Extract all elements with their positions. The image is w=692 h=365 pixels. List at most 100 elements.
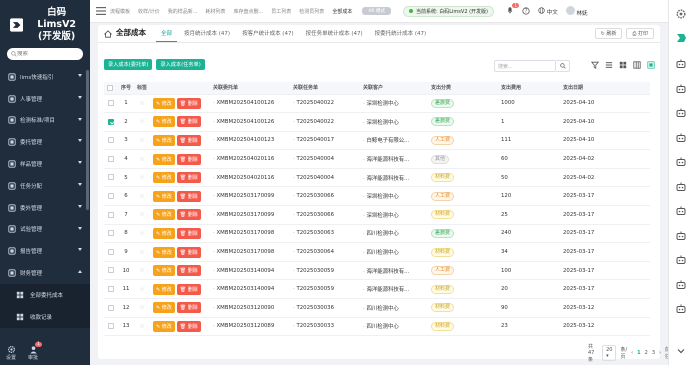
mode-toggle[interactable]: AR 模式 — [362, 7, 391, 15]
header-entrust[interactable]: 关联委托单 — [210, 82, 290, 95]
tab-2[interactable]: 按客户统计成本 (47) — [237, 29, 299, 42]
sidebar-item[interactable]: 试验管理 — [0, 219, 90, 241]
top-nav-link[interactable]: 库存盘点删... — [234, 8, 264, 15]
edit-button[interactable]: ✎ 修改 — [153, 116, 175, 128]
task-cell[interactable]: T2025040017 — [290, 131, 360, 151]
sidebar-search-input[interactable] — [17, 51, 77, 57]
star-icon[interactable]: ☆ — [139, 193, 144, 200]
client-cell[interactable]: 四川检测中心 — [360, 242, 428, 262]
brand-icon[interactable] — [675, 32, 687, 44]
tab-3[interactable]: 按任务单统计成本 (47) — [301, 29, 368, 42]
edit-button[interactable]: ✎ 修改 — [153, 283, 175, 295]
robot-icon[interactable] — [675, 107, 687, 119]
home-icon[interactable] — [104, 30, 112, 38]
star-icon[interactable]: ☆ — [139, 267, 144, 274]
row-select-cell[interactable] — [104, 168, 118, 188]
star-icon[interactable]: ☆ — [139, 230, 144, 237]
gear-icon[interactable] — [675, 8, 687, 20]
star-icon[interactable]: ☆ — [139, 249, 144, 256]
table-row[interactable]: 1☆✎ 修改🗑 删除XMBM202504100126T2025040022深圳检… — [104, 94, 650, 114]
row-checkbox[interactable] — [108, 230, 114, 237]
row-tag[interactable]: ☆ — [134, 298, 150, 318]
top-nav-link[interactable]: 我的样品新... — [168, 8, 198, 15]
edit-button[interactable]: ✎ 修改 — [153, 97, 175, 109]
client-cell[interactable]: 白鲸电子有限公... — [360, 131, 428, 151]
top-nav-link[interactable]: 员工列表 — [271, 8, 291, 15]
row-select-cell[interactable] — [104, 317, 118, 337]
select-all-checkbox[interactable] — [107, 84, 113, 91]
task-cell[interactable]: T2025030063 — [290, 224, 360, 244]
row-checkbox[interactable] — [108, 118, 114, 125]
client-cell[interactable]: 四川检测中心 — [360, 224, 428, 244]
delete-button[interactable]: 🗑 删除 — [176, 153, 201, 165]
robot-icon[interactable] — [675, 279, 687, 291]
edit-button[interactable]: ✎ 修改 — [153, 265, 175, 277]
row-checkbox[interactable] — [108, 267, 114, 274]
settings-button[interactable]: 设置 — [6, 345, 16, 361]
print-button[interactable]: ⎙ 打印 — [626, 28, 654, 39]
grid-view-icon[interactable] — [619, 61, 627, 69]
table-row[interactable]: 5☆✎ 修改🗑 删除XMBM202504020116T2025040004海洋能… — [104, 168, 650, 188]
edit-button[interactable]: ✎ 修改 — [153, 134, 175, 146]
entrust-cell[interactable]: XMBM202503140094 — [210, 279, 290, 300]
help-icon[interactable]: ? — [522, 7, 530, 15]
delete-button[interactable]: 🗑 删除 — [176, 246, 201, 258]
top-nav-link[interactable]: 收样/计价 — [138, 8, 160, 15]
robot-icon[interactable] — [675, 303, 687, 315]
row-checkbox[interactable] — [108, 174, 114, 181]
row-select-cell[interactable] — [104, 131, 118, 151]
client-cell[interactable]: 深圳检测中心 — [360, 186, 428, 207]
delete-button[interactable]: 🗑 删除 — [176, 190, 201, 202]
task-cell[interactable]: T2025040022 — [290, 94, 360, 114]
sidebar-item[interactable]: 人事管理 — [0, 88, 90, 110]
task-cell[interactable]: T2025030066 — [290, 186, 360, 207]
star-icon[interactable]: ☆ — [139, 286, 144, 293]
top-nav-link[interactable]: 检测员列表 — [299, 8, 324, 15]
top-nav-link[interactable]: 耗材列表 — [205, 8, 225, 15]
page-size-select[interactable]: 20 ▾ — [602, 345, 617, 361]
table-row[interactable]: 2☆✎ 修改🗑 删除XMBM202504100126T2025040022深圳检… — [104, 112, 650, 132]
notification-button[interactable]: 1 — [506, 3, 519, 16]
user-menu[interactable]: 林妩 — [565, 5, 588, 17]
row-tag[interactable]: ☆ — [134, 94, 150, 114]
header-date[interactable]: 支出日期 — [560, 82, 650, 95]
select-all-header[interactable] — [104, 82, 118, 95]
edit-button[interactable]: ✎ 修改 — [153, 302, 175, 314]
entrust-cell[interactable]: XMBM202503170099 — [210, 205, 290, 225]
top-nav-link[interactable]: 流程模板 — [110, 8, 130, 15]
star-icon[interactable]: ☆ — [139, 211, 144, 218]
edit-button[interactable]: ✎ 修改 — [153, 172, 175, 184]
sidebar-search[interactable] — [7, 48, 83, 60]
header-task[interactable]: 关联任务单 — [290, 82, 360, 95]
table-row[interactable]: 4☆✎ 修改🗑 删除XMBM202504020116T2025040004海洋能… — [104, 149, 650, 169]
row-tag[interactable]: ☆ — [134, 317, 150, 337]
client-cell[interactable]: 深圳检测中心 — [360, 205, 428, 225]
sidebar-subitem[interactable]: 全部委托成本 — [0, 283, 90, 306]
top-nav-link[interactable]: 全部成本 — [332, 8, 352, 15]
star-icon[interactable]: ☆ — [139, 156, 144, 163]
star-icon[interactable]: ☆ — [139, 304, 144, 311]
edit-button[interactable]: ✎ 修改 — [153, 320, 175, 332]
refresh-button[interactable]: ↻ 刷新 — [594, 28, 623, 39]
row-checkbox[interactable] — [108, 323, 114, 330]
row-select-cell[interactable] — [104, 261, 118, 281]
sidebar-scrollbar[interactable] — [86, 70, 89, 210]
robot-icon[interactable] — [675, 156, 687, 168]
entrust-cell[interactable]: XMBM202503140094 — [210, 261, 290, 281]
sidebar-item[interactable]: 委外管理 — [0, 197, 90, 219]
row-select-cell[interactable] — [104, 94, 118, 114]
filter-icon[interactable] — [591, 61, 599, 69]
row-tag[interactable]: ☆ — [134, 131, 150, 151]
client-cell[interactable]: 四川检测中心 — [360, 298, 428, 318]
row-select-cell[interactable] — [104, 149, 118, 169]
entrust-cell[interactable]: XMBM202503120090 — [210, 298, 290, 318]
entrust-cell[interactable]: XMBM202504100123 — [210, 131, 290, 151]
star-icon[interactable]: ☆ — [139, 100, 144, 107]
chevron-down-icon[interactable] — [675, 345, 687, 357]
client-cell[interactable]: 深圳检测中心 — [360, 112, 428, 132]
client-cell[interactable]: 海洋能源科技有... — [360, 149, 428, 169]
star-icon[interactable]: ☆ — [139, 174, 144, 181]
delete-button[interactable]: 🗑 删除 — [176, 283, 201, 295]
table-search-input[interactable]: 搜索... — [494, 60, 556, 72]
table-row[interactable]: 7☆✎ 修改🗑 删除XMBM202503170099T2025030066深圳检… — [104, 205, 650, 225]
